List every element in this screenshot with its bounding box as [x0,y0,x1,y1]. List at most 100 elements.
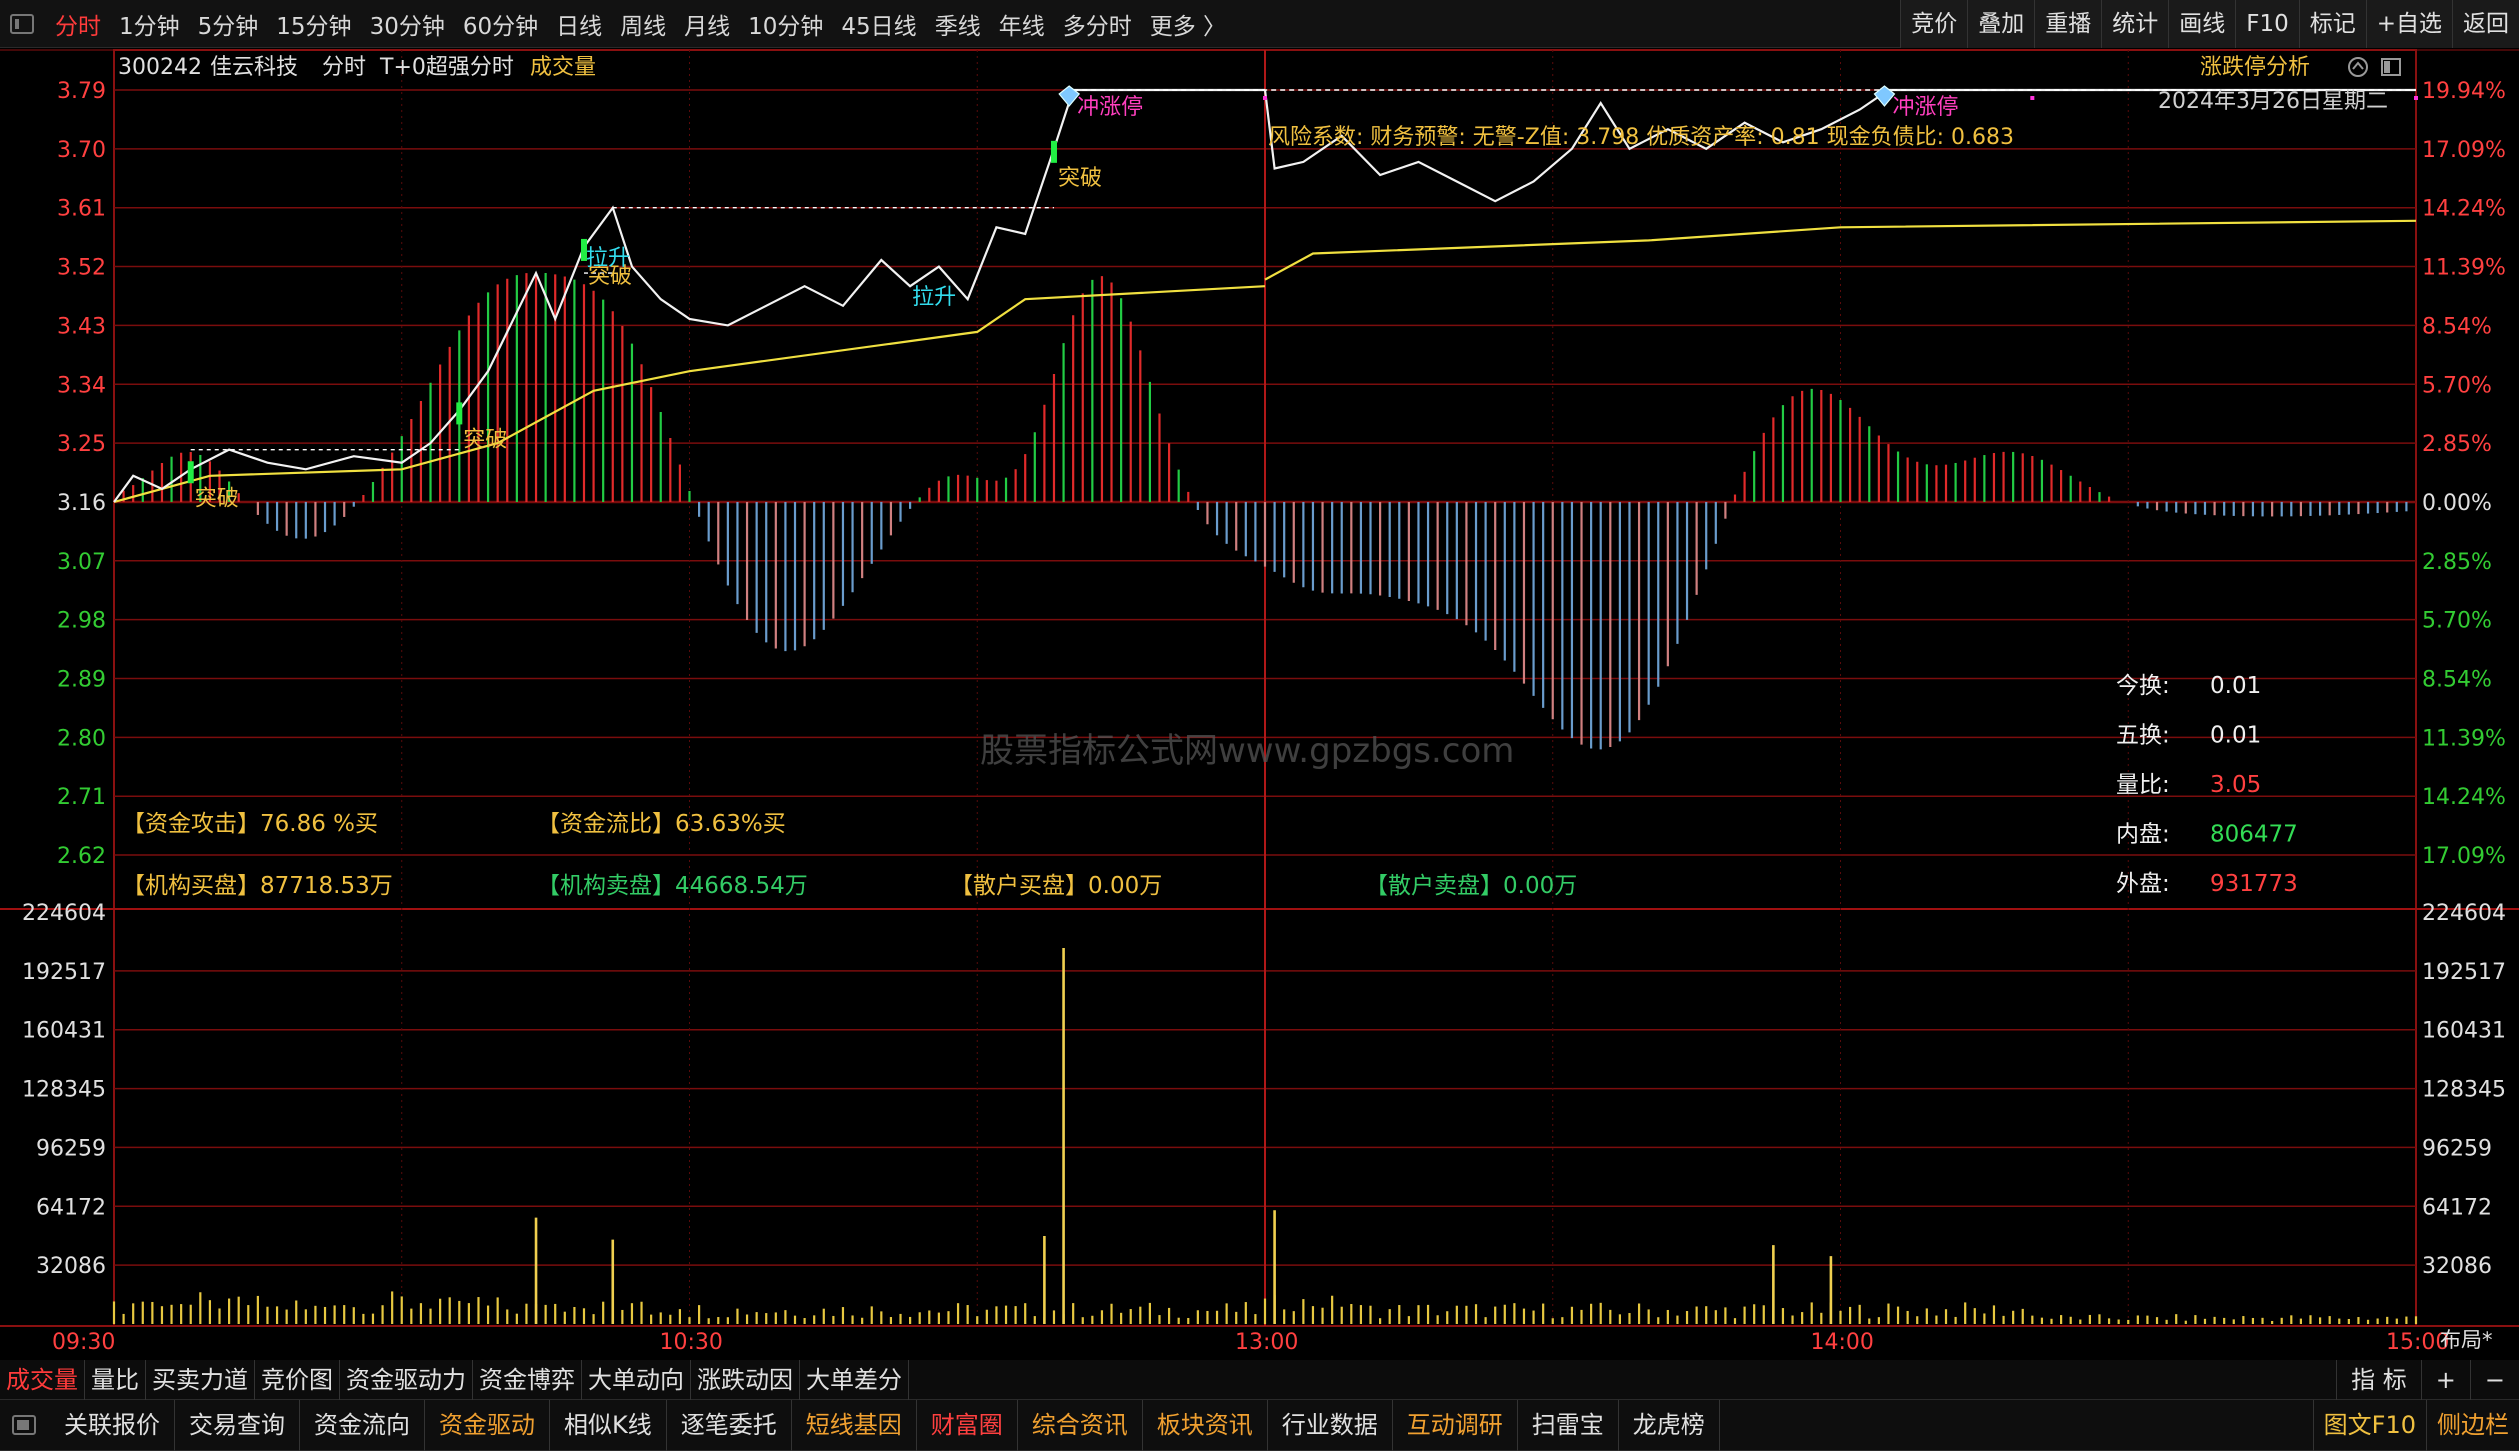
tool-button-3[interactable]: 统计 [2101,0,2169,48]
pullup-signal-label: 拉升 [912,285,956,310]
stat-label: 量比: [2116,772,2170,798]
time-tick-label: 14:00 [1811,1330,1874,1355]
percent-tick-label: 5.70% [2422,609,2492,634]
bottom-tab-7[interactable]: 财富圈 [917,1399,1018,1451]
bottom-tab-12[interactable]: 扫雷宝 [1518,1399,1619,1451]
bottom-tab-8[interactable]: 综合资讯 [1018,1399,1143,1451]
stat-value: 0.01 [2210,723,2261,749]
percent-tick-label: 11.39% [2422,726,2506,751]
bottom-tab-0[interactable]: 关联报价 [50,1399,175,1451]
stat-label: 外盘: [2116,871,2170,897]
bottom-tab-9[interactable]: 板块资讯 [1143,1399,1268,1451]
right-tools: 竞价 叠加 重播 统计 画线 F10 标记 +自选 返回 [1900,0,2519,48]
volume-tick-label-right: 64172 [2422,1195,2492,1220]
stat-value: 931773 [2210,871,2298,897]
volume-tick-label: 160431 [22,1019,106,1044]
time-tick-label: 13:00 [1235,1330,1298,1355]
price-tick-label: 3.43 [57,314,106,339]
period-tab-8[interactable]: 月线 [675,7,739,41]
period-tab-4[interactable]: 30分钟 [361,7,454,41]
period-tab-12[interactable]: 年线 [990,7,1054,41]
indicator-control-0[interactable]: 指 标 [2336,1360,2421,1400]
indicator-tab-6[interactable]: 大单动向 [582,1359,691,1400]
bottom-tab-1[interactable]: 交易查询 [175,1399,300,1451]
limit-dot [1263,96,1267,100]
period-tab-9[interactable]: 10分钟 [739,7,832,41]
price-tick-label: 3.25 [57,432,106,457]
date-label: 2024年3月26日星期二 [2158,89,2388,114]
tool-button-2[interactable]: 重播 [2034,0,2102,48]
bottom-tab-3[interactable]: 资金驱动 [425,1399,550,1451]
sidebar-toggle-icon[interactable] [10,13,34,34]
layout-label[interactable]: 布局* [2440,1328,2493,1352]
price-tick-label: 2.89 [57,668,106,693]
percent-tick-label: 2.85% [2422,550,2492,575]
bottom-right-button-1[interactable]: 侧边栏 [2426,1400,2519,1451]
volume-tick-label: 128345 [22,1078,106,1103]
window-control-icons[interactable] [2348,57,2401,77]
intraday-chart: 突破突破突破拉升拉升突破冲涨停 冲涨停 3.79 19.94%3.70 17.09%3… [0,49,2519,1355]
percent-tick-label: 5.70% [2422,373,2492,398]
period-tab-1[interactable]: 1分钟 [110,7,189,41]
volume-tick-label-right: 192517 [2422,960,2506,985]
bottom-tab-13[interactable]: 龙虎榜 [1619,1399,1720,1451]
bottom-tab-6[interactable]: 短线基因 [792,1399,917,1451]
indicator-tab-0[interactable]: 成交量 [0,1359,85,1400]
indicator-tabs: 成交量 量比 买卖力道 竞价图 资金驱动力 资金博弈 大单动向 涨跌动因 大单差分 [0,1359,909,1400]
breakout-marker [187,461,194,484]
stat-label: 今换: [2116,673,2170,699]
bottom-tab-10[interactable]: 行业数据 [1268,1399,1393,1451]
bottom-tab-4[interactable]: 相似K线 [550,1399,667,1451]
volume-tick-label-right: 96259 [2422,1136,2492,1161]
indicator-tab-2[interactable]: 买卖力道 [146,1359,255,1400]
period-tab-14[interactable]: 更多 〉 [1141,7,1235,41]
period-tab-3[interactable]: 15分钟 [267,7,360,41]
risk-info: 风险系数: 财务预警: 无警-Z值: 3.798 优质资产率: 0.81 现金负… [1268,125,2014,150]
percent-tick-label: 11.39% [2422,256,2506,281]
bottom-tab-2[interactable]: 资金流向 [300,1399,425,1451]
price-tick-label: 3.61 [57,197,106,222]
period-tab-13[interactable]: 多分时 [1054,7,1141,41]
tool-button-1[interactable]: 叠加 [1967,0,2035,48]
breakout-signal-label: 突破 [463,427,507,452]
bottom-right-button-0[interactable]: 图文F10 [2312,1400,2426,1451]
stat-label: 内盘: [2116,822,2170,848]
period-tab-7[interactable]: 周线 [611,7,675,41]
volume-tick-label-right: 32086 [2422,1254,2492,1279]
indicator-tab-3[interactable]: 竞价图 [255,1359,340,1400]
percent-tick-label: 0.00% [2422,491,2492,516]
stats-panel: 今换: 0.01 五换: 0.01 量比: 3.05 内盘: 806477 外盘: 931773 [2116,673,2298,897]
indicator-tab-1[interactable]: 量比 [85,1359,146,1400]
limit-analysis-link[interactable]: 涨跌停分析 [2200,55,2310,80]
price-tick-label: 3.34 [57,373,106,398]
indicator-control-1[interactable]: + [2420,1360,2470,1400]
indicator-control-2[interactable]: − [2469,1360,2519,1400]
period-tab-0[interactable]: 分时 [46,7,110,41]
period-tab-2[interactable]: 5分钟 [189,7,268,41]
period-tab-11[interactable]: 季线 [926,7,990,41]
percent-tick-label: 14.24% [2422,197,2506,222]
tool-button-8[interactable]: 返回 [2452,0,2519,48]
tool-button-7[interactable]: +自选 [2365,0,2452,48]
bottom-right-tools: 图文F10 侧边栏 [2312,1400,2519,1451]
indicator-tab-4[interactable]: 资金驱动力 [340,1359,473,1400]
indicator-tab-5[interactable]: 资金博弈 [473,1359,582,1400]
tool-button-4[interactable]: 画线 [2168,0,2236,48]
period-tab-6[interactable]: 日线 [547,7,611,41]
volume-tick-label-right: 224604 [2422,901,2506,926]
volume-tick-label: 64172 [36,1195,106,1220]
price-tick-label: 3.79 [57,79,106,104]
bottom-tab-5[interactable]: 逐笔委托 [667,1399,792,1451]
period-tab-10[interactable]: 45日线 [832,7,925,41]
stock-name: 佳云科技 [210,55,298,80]
period-tab-5[interactable]: 60分钟 [454,7,547,41]
bottom-tab-11[interactable]: 互动调研 [1393,1399,1518,1451]
chart-mode: 分时 [322,55,366,80]
volume-tick-label: 224604 [22,901,106,926]
tool-button-5[interactable]: F10 [2235,0,2299,48]
panel-toggle-icon[interactable] [12,1415,36,1435]
tool-button-0[interactable]: 竞价 [1900,0,1968,48]
indicator-tab-8[interactable]: 大单差分 [800,1359,909,1400]
indicator-tab-7[interactable]: 涨跌动因 [691,1359,800,1400]
tool-button-6[interactable]: 标记 [2298,0,2366,48]
